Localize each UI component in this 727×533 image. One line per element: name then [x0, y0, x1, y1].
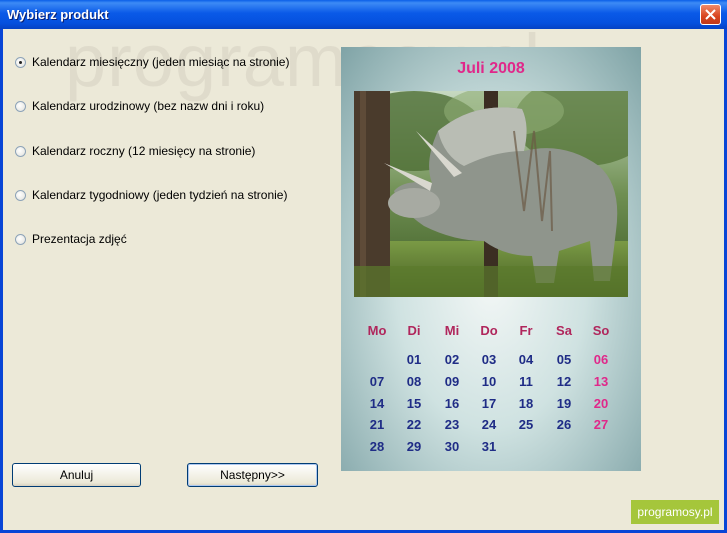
day-cell: 09 — [444, 374, 460, 389]
option-yearly[interactable]: Kalendarz roczny (12 miesięcy na stronie… — [15, 144, 315, 162]
day-cell: 26 — [556, 417, 572, 432]
day-cell: 16 — [444, 396, 460, 411]
weekday-label: Mo — [367, 323, 387, 338]
day-cell: 20 — [593, 396, 609, 411]
weekday-label: Do — [480, 323, 498, 338]
day-cell: 06 — [593, 352, 609, 367]
day-cell: 18 — [518, 396, 534, 411]
day-cell: 22 — [406, 417, 422, 432]
option-label: Kalendarz roczny (12 miesięcy na stronie… — [32, 144, 256, 158]
day-cell: 01 — [406, 352, 422, 367]
day-cell: 29 — [406, 439, 422, 454]
cancel-button[interactable]: Anuluj — [12, 463, 141, 487]
day-cell: 02 — [444, 352, 460, 367]
day-cell: 30 — [444, 439, 460, 454]
calendar-photo — [354, 91, 628, 297]
day-cell: 07 — [369, 374, 385, 389]
day-cell: 05 — [556, 352, 572, 367]
day-cell: 08 — [406, 374, 422, 389]
day-cell: 14 — [369, 396, 385, 411]
close-icon — [705, 9, 716, 20]
calendar-preview: Juli 2008 Mo Di Mi Do Fr Sa So 01 02 03 … — [341, 47, 641, 471]
dialog-window: Wybierz produkt programosy.pl Kalendarz … — [0, 0, 727, 533]
weekday-label: Sa — [556, 323, 572, 338]
day-cell: 24 — [481, 417, 497, 432]
option-birthday[interactable]: Kalendarz urodzinowy (bez nazw dni i rok… — [15, 99, 315, 117]
next-button[interactable]: Następny>> — [187, 463, 318, 487]
option-weekly[interactable]: Kalendarz tygodniowy (jeden tydzień na s… — [15, 188, 315, 206]
day-cell: 23 — [444, 417, 460, 432]
option-label: Kalendarz tygodniowy (jeden tydzień na s… — [32, 188, 288, 202]
day-cell: 04 — [518, 352, 534, 367]
close-button[interactable] — [700, 4, 721, 25]
site-badge: programosy.pl — [631, 500, 719, 524]
radio-button[interactable] — [15, 146, 26, 157]
radio-button[interactable] — [15, 101, 26, 112]
option-label: Kalendarz miesięczny (jeden miesiąc na s… — [32, 55, 290, 69]
day-cell: 25 — [518, 417, 534, 432]
day-cell: 31 — [481, 439, 497, 454]
day-cell: 03 — [481, 352, 497, 367]
day-cell: 10 — [481, 374, 497, 389]
calendar-title: Juli 2008 — [457, 60, 525, 77]
option-monthly[interactable]: Kalendarz miesięczny (jeden miesiąc na s… — [15, 55, 315, 73]
day-cell: 15 — [406, 396, 422, 411]
day-cell: 17 — [481, 396, 497, 411]
day-cell: 13 — [593, 374, 609, 389]
radio-button[interactable] — [15, 234, 26, 245]
radio-button[interactable] — [15, 190, 26, 201]
day-cell: 11 — [519, 374, 533, 389]
option-label: Prezentacja zdjęć — [32, 232, 127, 246]
day-cell: 12 — [556, 374, 572, 389]
radio-button[interactable] — [15, 57, 26, 68]
weekday-label: Di — [407, 323, 421, 338]
weekday-label: Mi — [444, 323, 460, 338]
weekday-label: So — [592, 323, 610, 338]
option-label: Kalendarz urodzinowy (bez nazw dni i rok… — [32, 99, 265, 113]
option-slideshow[interactable]: Prezentacja zdjęć — [15, 232, 315, 250]
day-cell: 28 — [369, 439, 385, 454]
day-cell: 19 — [556, 396, 572, 411]
day-cell: 21 — [369, 417, 385, 432]
weekday-label: Fr — [519, 323, 533, 338]
day-cell: 27 — [593, 417, 609, 432]
